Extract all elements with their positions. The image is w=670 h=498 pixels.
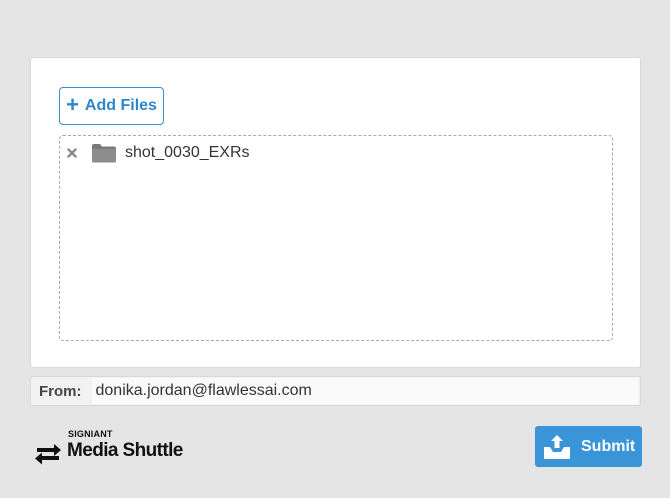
from-label: From: <box>39 382 82 400</box>
file-drop-zone[interactable]: shot_0030_EXRs <box>59 135 613 341</box>
folder-icon <box>92 144 116 163</box>
upload-tray-icon <box>544 434 570 459</box>
from-field-row: From: <box>30 376 641 406</box>
from-email-field[interactable] <box>91 378 638 404</box>
file-name: shot_0030_EXRs <box>125 144 250 161</box>
submit-button[interactable]: Submit <box>535 426 642 467</box>
add-files-label: Add Files <box>84 97 157 114</box>
upload-panel: + Add Files shot_0030_EXRs <box>30 57 641 368</box>
add-files-button[interactable]: + Add Files <box>59 87 164 125</box>
file-list-item: shot_0030_EXRs <box>60 140 612 166</box>
plus-icon: + <box>66 92 79 117</box>
submit-label: Submit <box>581 437 636 455</box>
logo-company-name: SIGNIANT <box>68 429 113 439</box>
logo-product-name: Media Shuttle <box>67 440 183 461</box>
media-shuttle-logo: SIGNIANT Media Shuttle <box>34 425 184 467</box>
close-icon[interactable] <box>65 146 79 160</box>
transfer-arrows-icon <box>35 444 61 465</box>
